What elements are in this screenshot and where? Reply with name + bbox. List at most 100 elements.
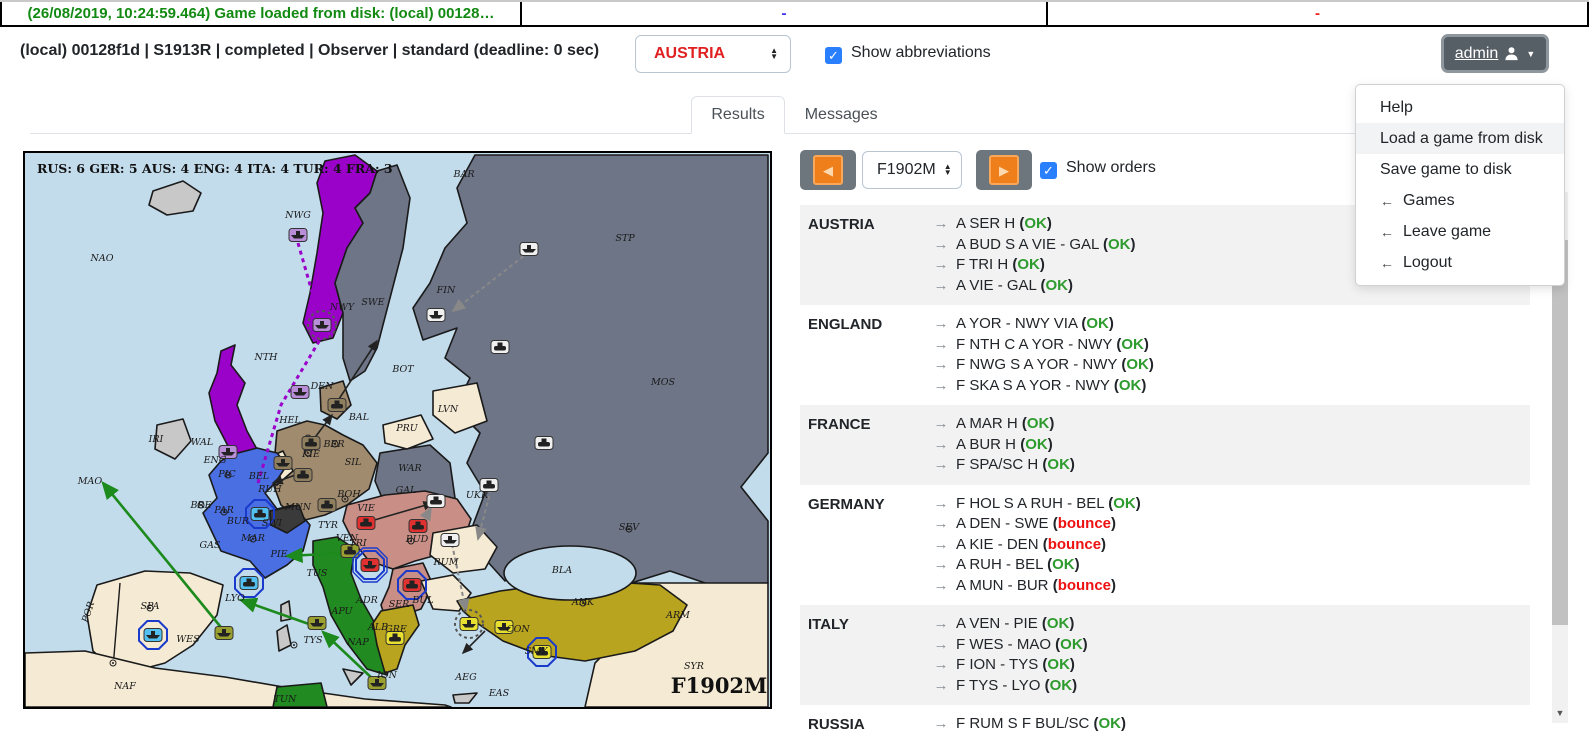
order-status: OK <box>1045 277 1068 294</box>
svg-text:BOH: BOH <box>336 489 361 500</box>
svg-text:BOT: BOT <box>391 364 414 375</box>
tab-results[interactable]: Results <box>691 96 784 134</box>
order-status: OK <box>1047 615 1070 632</box>
order-line: →A DEN - SWE (bounce) <box>926 514 1530 535</box>
svg-text:SWE: SWE <box>361 297 384 308</box>
menu-item-load-a-game-from-disk[interactable]: Load a game from disk <box>1356 123 1564 154</box>
order-status: OK <box>1121 336 1144 353</box>
svg-text:GRE: GRE <box>385 624 407 635</box>
order-line: →A MAR H (OK) <box>926 414 1530 435</box>
phase-select-value: F1902M <box>877 161 936 179</box>
svg-text:BLA: BLA <box>551 565 572 576</box>
svg-text:BUD: BUD <box>405 534 429 545</box>
menu-item-leave-game[interactable]: ←Leave game <box>1356 216 1564 247</box>
right-arrow-icon: → <box>926 714 956 735</box>
previous-phase-button[interactable]: ◀ <box>800 150 856 190</box>
map-phase-label: F1902M <box>671 673 768 698</box>
svg-text:HEL: HEL <box>278 415 301 426</box>
power-select[interactable]: AUSTRIA ▲▼ <box>635 35 791 73</box>
show-orders-checkbox[interactable]: ✓ <box>1040 162 1057 179</box>
order-line: →A BUR H (OK) <box>926 435 1530 456</box>
svg-text:BAL: BAL <box>348 412 369 423</box>
right-arrow-icon: → <box>926 414 956 435</box>
svg-text:BAR: BAR <box>453 169 475 180</box>
show-abbreviations-checkbox[interactable]: ✓ <box>825 47 842 64</box>
svg-text:BER: BER <box>322 439 344 450</box>
svg-text:GAL: GAL <box>396 485 417 496</box>
order-line: →F SKA S A YOR - NWY (OK) <box>926 376 1530 397</box>
orders-row-russia: RUSSIA→F RUM S F BUL/SC (OK) <box>800 705 1530 735</box>
right-arrow-icon: → <box>926 555 956 576</box>
menu-item-logout[interactable]: ←Logout <box>1356 247 1564 278</box>
order-line: →A RUH - BEL (OK) <box>926 555 1530 576</box>
left-arrow-icon: ← <box>1380 255 1394 271</box>
orders-row-germany: GERMANY→F HOL S A RUH - BEL (OK)→A DEN -… <box>800 485 1530 606</box>
svg-text:SIL: SIL <box>345 457 362 468</box>
svg-text:BUR: BUR <box>226 516 249 527</box>
svg-text:LVN: LVN <box>437 404 459 415</box>
game-map[interactable]: BARNWGNAOSTPFINNWYSWENTHBOTMOSDENLVNHELB… <box>23 151 772 709</box>
right-arrow-icon: → <box>926 635 956 656</box>
order-status: OK <box>1024 215 1047 232</box>
svg-text:WAL: WAL <box>191 437 213 448</box>
right-arrow-icon: → <box>926 435 956 456</box>
svg-text:IRI: IRI <box>148 434 164 445</box>
order-line: →F RUM S F BUL/SC (OK) <box>926 714 1530 735</box>
scrollbar-thumb[interactable] <box>1552 240 1568 625</box>
svg-text:STP: STP <box>615 233 635 244</box>
select-arrows-icon: ▲▼ <box>770 48 778 60</box>
svg-text:TUS: TUS <box>307 568 328 579</box>
svg-text:BRE: BRE <box>189 500 211 511</box>
svg-text:MOS: MOS <box>650 377 676 388</box>
right-arrow-icon: → <box>926 676 956 697</box>
show-abbreviations-label: Show abbreviations <box>851 44 991 61</box>
power-name: ITALY <box>808 614 926 696</box>
phase-select[interactable]: F1902M ▲▼ <box>862 151 962 189</box>
svg-text:TYR: TYR <box>318 520 338 531</box>
order-status: OK <box>1017 256 1040 273</box>
menu-item-save-game-to-disk[interactable]: Save game to disk <box>1356 154 1564 185</box>
right-arrow-icon: → <box>926 355 956 376</box>
svg-text:TYS: TYS <box>303 635 323 646</box>
scrollbar-down-arrow[interactable]: ▼ <box>1552 703 1568 723</box>
svg-text:NAO: NAO <box>90 253 114 264</box>
next-phase-button[interactable]: ▶ <box>976 150 1032 190</box>
log-cell-message: (26/08/2019, 10:24:59.464) Game loaded f… <box>0 2 520 25</box>
menu-item-label: Load a game from disk <box>1380 130 1543 148</box>
order-status: OK <box>1086 315 1109 332</box>
order-status: OK <box>1113 495 1136 512</box>
order-status: OK <box>1108 236 1131 253</box>
svg-text:NWY: NWY <box>329 302 356 313</box>
power-name: FRANCE <box>808 414 926 476</box>
show-abbreviations-control: ✓ Show abbreviations <box>825 44 991 64</box>
select-arrows-icon: ▲▼ <box>944 164 952 176</box>
svg-text:AEG: AEG <box>454 672 477 683</box>
order-line: →A YOR - NWY VIA (OK) <box>926 314 1530 335</box>
menu-item-help[interactable]: Help <box>1356 92 1564 123</box>
show-orders-control: ✓ Show orders <box>1040 159 1156 179</box>
svg-text:MAO: MAO <box>77 476 103 487</box>
show-orders-label: Show orders <box>1066 159 1156 176</box>
order-status: OK <box>1126 356 1149 373</box>
order-line: →F HOL S A RUH - BEL (OK) <box>926 494 1530 515</box>
menu-item-games[interactable]: ←Games <box>1356 185 1564 216</box>
right-arrow-icon: → <box>926 655 956 676</box>
svg-text:FIN: FIN <box>436 285 456 296</box>
right-arrow-icon: → <box>926 455 956 476</box>
svg-text:TUN: TUN <box>274 694 297 705</box>
right-arrow-icon: → <box>926 494 956 515</box>
log-cell-right: - <box>1046 2 1589 25</box>
svg-text:UKR: UKR <box>466 490 488 501</box>
admin-user-button[interactable]: admin ▼ <box>1441 34 1549 73</box>
svg-text:MUN: MUN <box>284 502 312 513</box>
tab-messages[interactable]: Messages <box>785 96 898 134</box>
svg-text:ADR: ADR <box>355 595 378 606</box>
tab-bar: ResultsMessages <box>30 96 1559 134</box>
order-status: OK <box>1025 436 1048 453</box>
svg-text:DEN: DEN <box>310 381 335 392</box>
svg-text:RUH: RUH <box>257 484 282 495</box>
right-arrow-icon: → <box>926 376 956 397</box>
menu-item-label: Games <box>1403 192 1455 210</box>
order-status: OK <box>1050 677 1073 694</box>
svg-text:GAS: GAS <box>200 540 221 551</box>
